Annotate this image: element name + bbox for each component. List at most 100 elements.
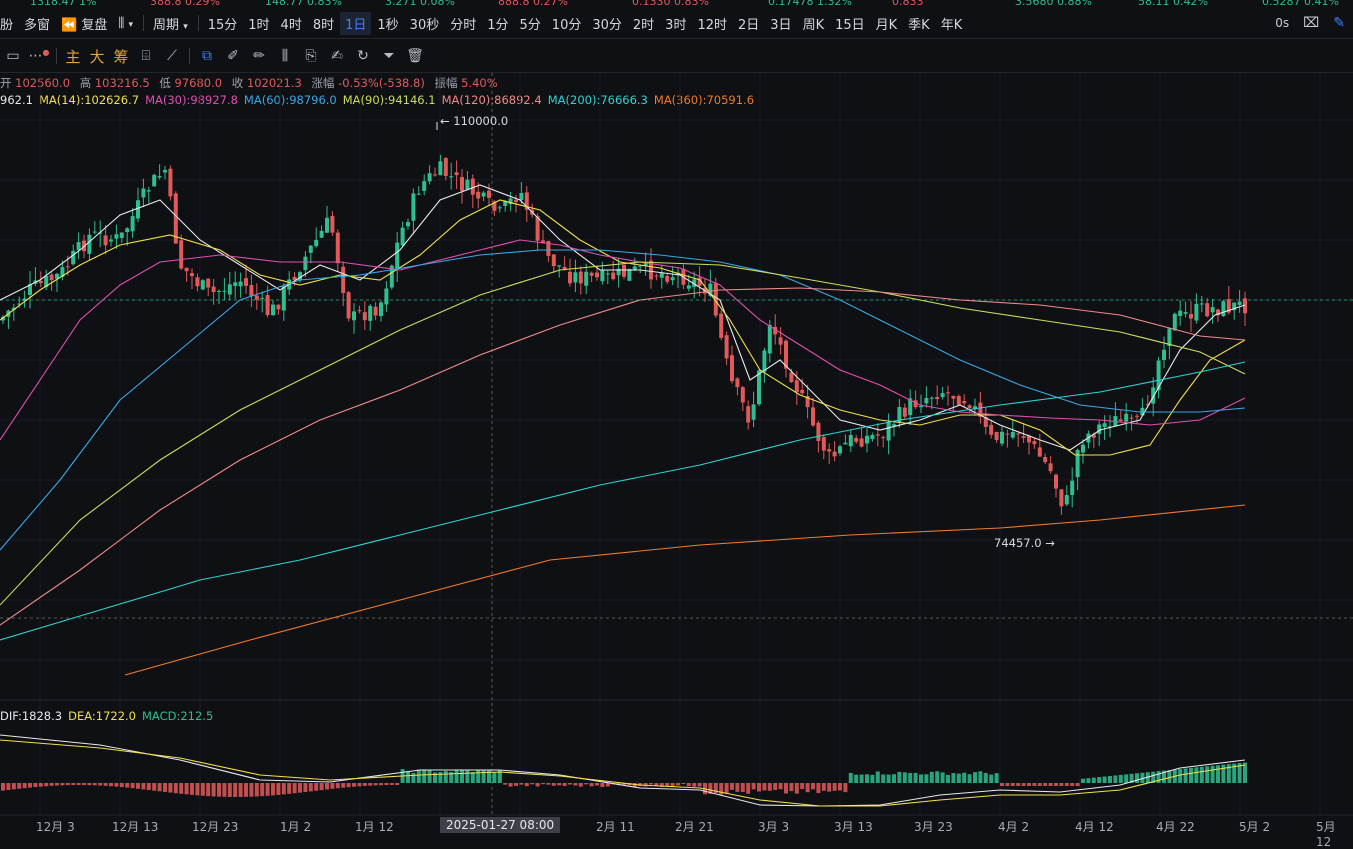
- candle-body: [519, 193, 524, 201]
- candle-body: [427, 173, 432, 182]
- macd-bar: [157, 783, 162, 792]
- candle-body: [119, 232, 124, 238]
- candle-body: [195, 277, 200, 287]
- ma60-line: [0, 249, 1246, 551]
- dea-line: [0, 739, 1246, 807]
- macd-bar: [557, 783, 562, 786]
- candle-body: [125, 228, 130, 233]
- macd-bar: [740, 783, 745, 792]
- macd-bar: [260, 783, 265, 797]
- macd-bar: [427, 769, 432, 783]
- candle-body: [551, 254, 556, 267]
- candle-body: [962, 401, 967, 404]
- macd-bar: [38, 783, 43, 787]
- macd-bar: [195, 783, 200, 796]
- macd-bar: [805, 783, 810, 793]
- ma120-line: [0, 287, 1246, 626]
- candle-body: [1221, 301, 1226, 317]
- macd-bar: [362, 783, 367, 786]
- macd-bar: [492, 772, 497, 783]
- candle-body: [395, 242, 400, 270]
- ma90-line: [0, 261, 1246, 606]
- candle-body: [1097, 424, 1102, 434]
- macd-bar: [832, 783, 837, 791]
- candle-body: [665, 275, 670, 282]
- macd-bar: [168, 783, 173, 793]
- macd-legend-item: DIF:1828.3: [0, 709, 63, 723]
- candle-body: [956, 396, 961, 405]
- macd-bar: [1178, 768, 1183, 783]
- macd-bar: [1043, 783, 1048, 786]
- macd-bar: [411, 772, 416, 783]
- candle-body: [130, 216, 135, 232]
- candle-body: [276, 304, 281, 310]
- candle-body: [206, 278, 211, 288]
- macd-bar: [136, 783, 140, 789]
- macd-bar: [470, 772, 475, 783]
- candle-body: [611, 272, 616, 280]
- candle-body: [476, 191, 481, 199]
- macd-bar: [546, 783, 551, 785]
- macd-bar: [600, 783, 605, 787]
- macd-legend-item: MACD:212.5: [142, 709, 214, 723]
- macd-bar: [989, 774, 994, 783]
- candle-body: [416, 193, 421, 195]
- macd-bar: [1027, 783, 1031, 786]
- macd-bar: [1059, 783, 1064, 786]
- candle-body: [1189, 314, 1193, 319]
- macd-bar: [541, 783, 545, 785]
- candle-body: [244, 278, 248, 286]
- macd-bar: [395, 783, 400, 786]
- macd-bar: [163, 783, 167, 792]
- macd-bar: [913, 772, 918, 783]
- macd-bar: [1102, 776, 1107, 783]
- macd-bar: [173, 783, 178, 794]
- macd-bar: [838, 783, 842, 791]
- candle-body: [746, 406, 751, 423]
- candle-body: [141, 188, 146, 198]
- candle-body: [735, 378, 740, 388]
- macd-bar: [357, 783, 362, 787]
- macd-bar: [697, 783, 702, 787]
- candle-body: [373, 306, 378, 316]
- x-axis-label: 2月 21: [675, 820, 714, 834]
- candle-body: [589, 272, 594, 276]
- candle-body: [1118, 419, 1123, 422]
- candle-body: [1081, 444, 1085, 453]
- ma200-line: [0, 361, 1246, 641]
- macd-bar: [28, 783, 32, 788]
- macd-bar: [794, 783, 799, 794]
- macd-bar: [114, 783, 119, 787]
- candle-body: [233, 282, 238, 286]
- candle-body: [319, 230, 324, 238]
- macd-bar: [724, 783, 729, 794]
- candle-body: [103, 235, 108, 246]
- candle-body: [433, 174, 437, 176]
- candle-body: [875, 434, 880, 436]
- candle-body: [794, 380, 799, 393]
- macd-bar: [530, 783, 535, 785]
- macd-bar: [692, 783, 697, 787]
- candle-body: [487, 190, 491, 198]
- candle-body: [411, 193, 416, 221]
- macd-bar: [184, 783, 189, 795]
- candle-body: [811, 407, 815, 426]
- macd-bar: [892, 774, 896, 783]
- candle-body: [924, 397, 929, 404]
- macd-bar: [1189, 767, 1193, 783]
- candle-body: [330, 216, 335, 233]
- macd-bar: [55, 783, 59, 786]
- candle-body: [190, 273, 194, 277]
- macd-legend: DIF:1828.3 DEA:1722.0 MACD:212.5: [0, 709, 219, 723]
- candle-body: [865, 435, 869, 444]
- candle-body: [1075, 449, 1080, 478]
- candle-body: [254, 295, 259, 300]
- candle-body: [832, 451, 837, 457]
- macd-bar: [330, 783, 335, 789]
- macd-bar: [1221, 764, 1226, 783]
- candle-body: [1205, 303, 1210, 317]
- macd-bar: [816, 783, 821, 794]
- macd-bar: [595, 783, 599, 786]
- candle-body: [1037, 447, 1042, 457]
- x-axis-label: 5月 2: [1239, 820, 1271, 834]
